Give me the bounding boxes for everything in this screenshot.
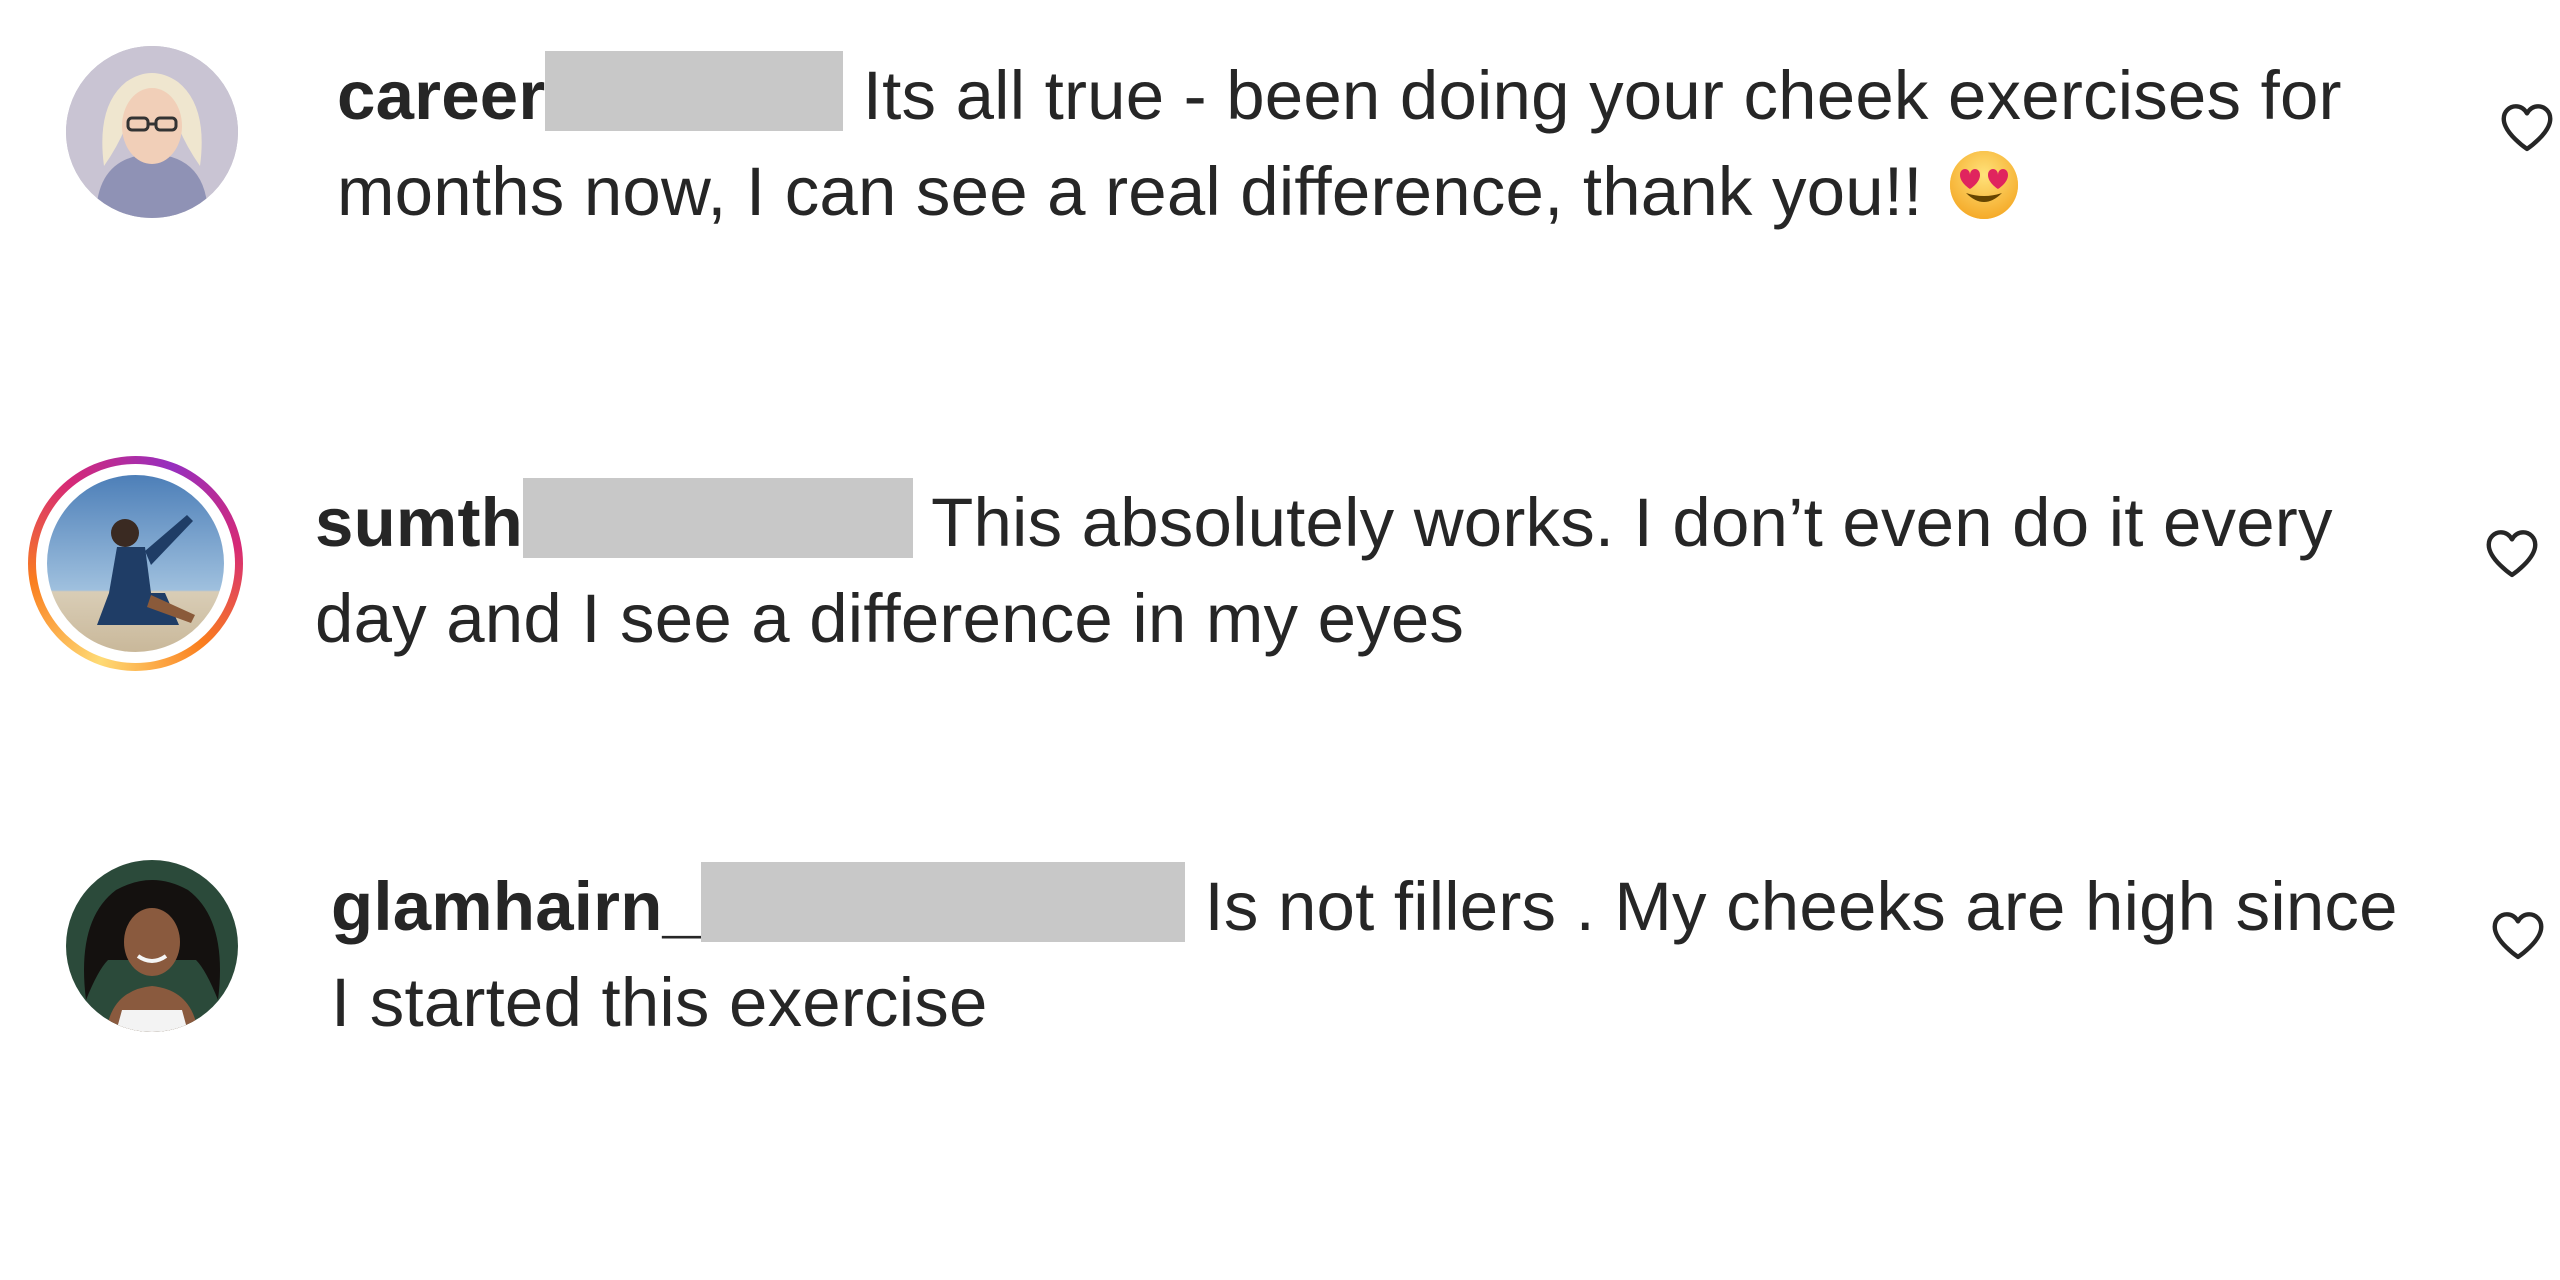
avatar[interactable]: [66, 46, 238, 218]
comment-username[interactable]: glamhairn_: [331, 868, 701, 945]
avatar[interactable]: [66, 860, 238, 1032]
story-ring[interactable]: [28, 456, 243, 671]
heart-outline-icon[interactable]: [2496, 96, 2558, 158]
avatar-image: [66, 46, 238, 218]
avatar[interactable]: [47, 475, 224, 652]
avatar-image: [66, 860, 238, 1032]
redaction-bar: [701, 862, 1186, 942]
comment-body: glamhairn_ Is not fillers . My cheeks ar…: [331, 859, 2411, 1051]
comment-username[interactable]: sumth: [315, 484, 523, 561]
redaction-bar: [523, 478, 913, 558]
comment-body: sumth This absolutely works. I don’t eve…: [315, 475, 2405, 667]
heart-outline-icon[interactable]: [2487, 904, 2549, 966]
comment-username[interactable]: career: [337, 57, 545, 134]
redaction-bar: [545, 51, 844, 131]
heart-eyes-emoji: [1948, 149, 2020, 246]
comment-body: career Its all true - been doing your ch…: [337, 48, 2417, 246]
story-ring-gap: [36, 464, 235, 663]
heart-outline-icon[interactable]: [2481, 522, 2543, 584]
